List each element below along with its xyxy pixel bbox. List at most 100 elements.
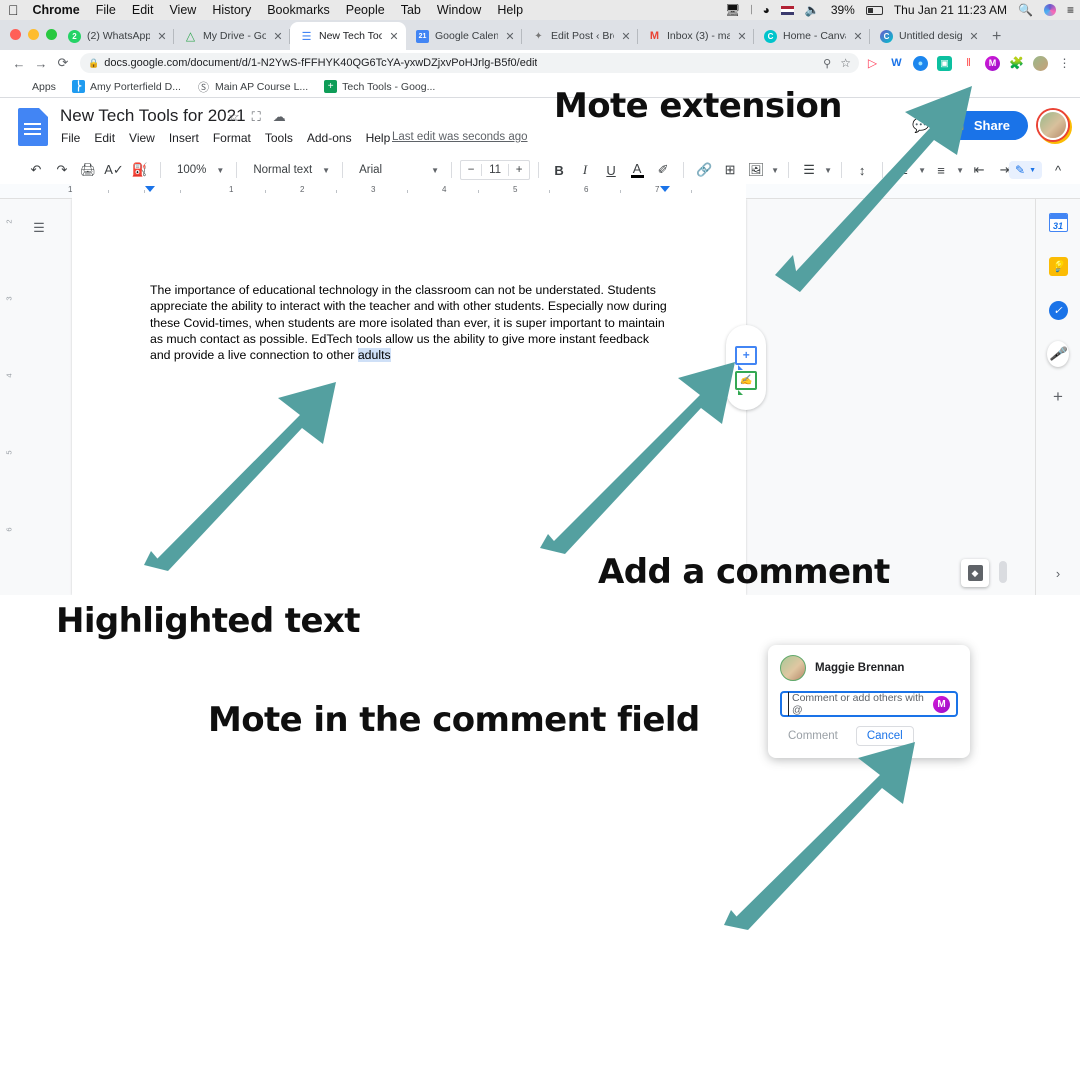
cloud-saved-icon[interactable]: ☁ — [273, 109, 286, 125]
spotlight-search-icon[interactable]: 🔍 — [1018, 3, 1033, 17]
tab-close-icon[interactable]: ✕ — [968, 30, 980, 43]
docs-menu-file[interactable]: File — [61, 131, 80, 145]
apple-icon[interactable]:  — [8, 3, 19, 17]
google-docs-logo[interactable] — [18, 108, 48, 146]
comment-history-icon[interactable]: 💬 — [912, 117, 929, 134]
browser-tab-home-canva[interactable]: C Home - Canva ✕ — [754, 22, 870, 50]
align-icon[interactable]: ☰ — [797, 159, 821, 181]
pear-deck-icon[interactable]: ● — [913, 55, 928, 71]
docs-menu-tools[interactable]: Tools — [265, 131, 293, 145]
google-calendar-icon[interactable]: 31 — [1047, 211, 1069, 233]
airplay-icon[interactable]: 🖥 — [725, 3, 740, 17]
underline-button[interactable]: U — [599, 159, 623, 181]
paragraph-style-select[interactable]: Normal text ▼ — [245, 159, 334, 181]
font-size-value[interactable]: 11 — [481, 164, 510, 176]
canvas-scrollbar[interactable] — [999, 561, 1007, 583]
add-comment-icon[interactable]: ⊞ — [718, 159, 742, 181]
document-body-text[interactable]: The importance of educational technology… — [150, 282, 670, 363]
highlight-color-icon[interactable]: ✐ — [651, 159, 675, 181]
tab-close-icon[interactable]: ✕ — [620, 30, 632, 43]
explore-icon[interactable] — [961, 559, 989, 587]
browser-tab-edit-post[interactable]: ✦ Edit Post ‹ Brenn ✕ — [522, 22, 638, 50]
new-tab-button[interactable]: + — [992, 28, 1001, 46]
tab-close-icon[interactable]: ✕ — [504, 30, 516, 43]
menu-window[interactable]: Window — [437, 3, 481, 17]
left-indent-marker[interactable] — [145, 186, 155, 192]
editing-mode-pencil-icon[interactable]: ✎ ▼ — [1009, 161, 1042, 179]
expand-panel-chevron-icon[interactable]: › — [1056, 566, 1060, 581]
browser-tab-whatsapp[interactable]: 2 (2) WhatsApp ✕ — [58, 22, 174, 50]
reload-button[interactable]: ⟳ — [52, 55, 74, 71]
edpuzzle-icon[interactable]: ▣ — [937, 55, 952, 71]
battery-icon[interactable] — [865, 5, 883, 15]
mote-icon[interactable]: M — [985, 55, 1000, 71]
comment-popup[interactable]: Maggie Brennan Comment or add others wit… — [768, 645, 970, 758]
print-icon[interactable]: 🖨 — [76, 159, 100, 181]
screencastify-icon[interactable]: ▷ — [865, 56, 880, 71]
address-bar[interactable]: 🔒 docs.google.com/document/d/1-N2YwS-fFF… — [80, 53, 859, 73]
browser-tab-new-tech-tools[interactable]: ☰ New Tech Tools f ✕ — [290, 22, 406, 50]
docs-menu-view[interactable]: View — [129, 131, 155, 145]
browser-tab-untitled-design[interactable]: C Untitled design - ✕ — [870, 22, 986, 50]
menu-file[interactable]: File — [96, 3, 116, 17]
last-edit-status[interactable]: Last edit was seconds ago — [392, 131, 528, 143]
docs-menu-insert[interactable]: Insert — [169, 131, 199, 145]
docs-menu-addons[interactable]: Add-ons — [307, 131, 352, 145]
line-spacing-icon[interactable]: ↕ — [850, 159, 874, 181]
bookmark-main-ap-course[interactable]: Ⓢ Main AP Course L... — [197, 80, 308, 94]
wakelet-icon[interactable]: W — [889, 56, 904, 71]
google-keep-icon[interactable]: 💡 — [1047, 255, 1069, 277]
profile-avatar[interactable] — [1033, 55, 1048, 71]
back-button[interactable]: ← — [8, 56, 30, 71]
highlighted-word[interactable]: adults — [357, 348, 391, 363]
redo-icon[interactable]: ↷ — [50, 159, 74, 181]
menu-history[interactable]: History — [212, 3, 251, 17]
menu-help[interactable]: Help — [497, 3, 523, 17]
wifi-icon[interactable]: ◕ — [763, 3, 770, 17]
account-avatar[interactable] — [1038, 110, 1068, 140]
menu-tab[interactable]: Tab — [401, 3, 421, 17]
browser-tab-my-drive[interactable]: △ My Drive - Goog ✕ — [174, 22, 290, 50]
browser-tab-google-calendar[interactable]: 21 Google Calendar ✕ — [406, 22, 522, 50]
docs-menu-format[interactable]: Format — [213, 131, 251, 145]
browser-tab-inbox[interactable]: M Inbox (3) - magi ✕ — [638, 22, 754, 50]
menu-chrome[interactable]: Chrome — [33, 3, 80, 17]
voice-typing-mic-icon[interactable]: 🎤 — [1047, 341, 1069, 367]
chevron-down-icon[interactable]: ▼ — [955, 159, 965, 181]
puzzle-extensions-icon[interactable]: 🧩 — [1009, 56, 1024, 71]
increase-font-size-button[interactable]: + — [509, 164, 529, 176]
share-button[interactable]: Share — [939, 110, 1028, 140]
bulleted-list-icon[interactable]: ≡ — [929, 159, 953, 181]
decrease-font-size-button[interactable]: − — [461, 164, 481, 176]
insert-learning-icon[interactable]: ‖ — [961, 56, 976, 71]
google-tasks-icon[interactable]: ✓ — [1047, 299, 1069, 321]
numbered-list-icon[interactable]: ≣ — [891, 159, 915, 181]
chevron-down-icon[interactable]: ▼ — [917, 159, 927, 181]
docs-menu-edit[interactable]: Edit — [94, 131, 115, 145]
undo-icon[interactable]: ↶ — [24, 159, 48, 181]
menu-bookmarks[interactable]: Bookmarks — [267, 3, 330, 17]
bookmark-amy-porterfield[interactable]: ⎬ Amy Porterfield D... — [71, 80, 181, 93]
insert-link-icon[interactable]: 🔗 — [692, 159, 716, 181]
menu-view[interactable]: View — [169, 3, 196, 17]
document-title[interactable]: New Tech Tools for 2021 — [60, 106, 246, 126]
spellcheck-icon[interactable]: A✓ — [102, 159, 126, 181]
cancel-button[interactable]: Cancel — [855, 726, 914, 746]
docs-menu-help[interactable]: Help — [366, 131, 391, 145]
bookmark-apps[interactable]: Apps — [14, 80, 56, 93]
paint-format-icon[interactable]: ⛽ — [128, 159, 152, 181]
siri-icon[interactable] — [1043, 4, 1056, 16]
tab-close-icon[interactable]: ✕ — [272, 30, 284, 43]
bookmark-tech-tools[interactable]: + Tech Tools - Goog... — [324, 80, 435, 93]
tab-close-icon[interactable]: ✕ — [156, 30, 168, 43]
chevron-down-icon[interactable]: ▼ — [823, 159, 833, 181]
font-size-stepper[interactable]: − 11 + — [460, 160, 531, 180]
menu-people[interactable]: People — [346, 3, 385, 17]
italic-button[interactable]: I — [573, 159, 597, 181]
volume-icon[interactable]: 🔈 — [805, 3, 820, 17]
document-outline-icon[interactable]: ☰ — [28, 217, 50, 239]
tab-close-icon[interactable]: ✕ — [852, 30, 864, 43]
add-comment-icon[interactable]: + — [735, 345, 757, 370]
close-window-button[interactable] — [10, 29, 21, 40]
text-color-icon[interactable]: A — [625, 159, 649, 181]
